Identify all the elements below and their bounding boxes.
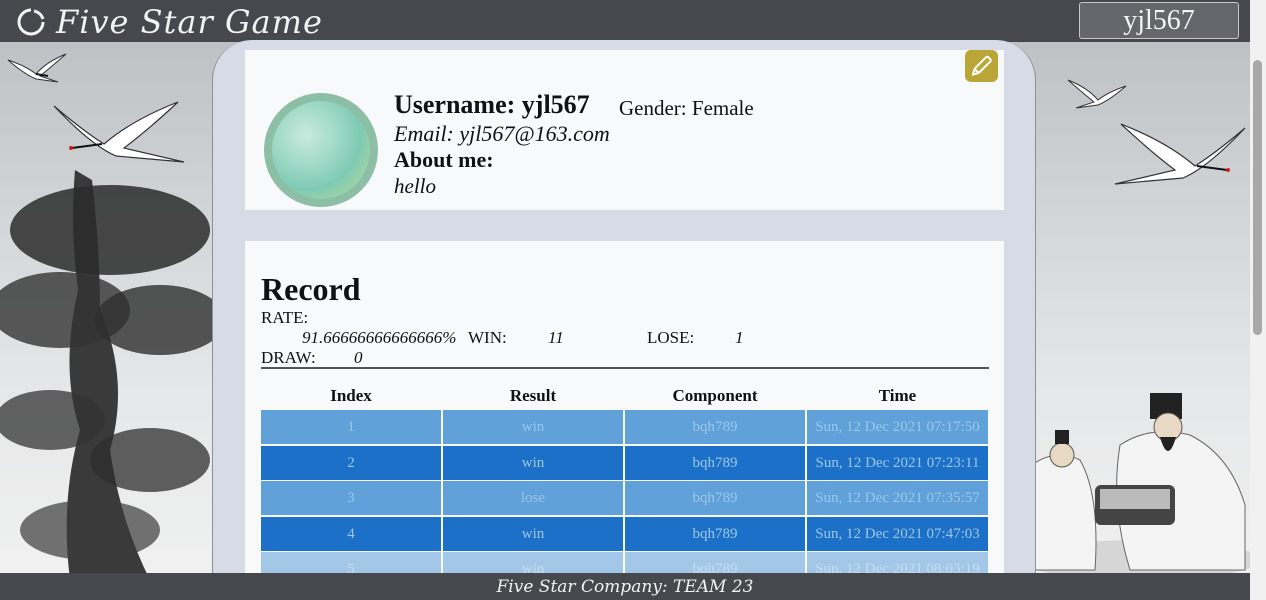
avatar-image	[272, 101, 370, 199]
table-cell: Sun, 12 Dec 2021 07:47:03	[807, 517, 988, 551]
table-row[interactable]: 3 lose bqh789 Sun, 12 Dec 2021 07:35:57	[261, 481, 988, 515]
table-cell: bqh789	[625, 481, 805, 515]
record-table: Index Result Component Time 1 win bqh789…	[261, 386, 988, 574]
about-me-label: About me:	[394, 147, 494, 172]
table-cell: win	[443, 410, 623, 444]
email-label: Email: yjl567@163.com	[394, 121, 610, 146]
table-cell: bqh789	[625, 552, 805, 574]
draw-label: DRAW:	[261, 348, 316, 367]
column-header-time: Time	[878, 386, 917, 405]
table-row[interactable]: 2 win bqh789 Sun, 12 Dec 2021 07:23:11	[261, 446, 988, 480]
lose-value: 1	[735, 328, 744, 347]
crane-illustration	[53, 101, 185, 163]
win-label: WIN:	[468, 328, 507, 347]
table-row[interactable]: 4 win bqh789 Sun, 12 Dec 2021 07:47:03	[261, 517, 988, 551]
user-account-button[interactable]: yjl567	[1079, 2, 1239, 39]
ring-logo-icon	[17, 8, 45, 36]
table-cell: 5	[261, 552, 441, 574]
crane-illustration	[1114, 123, 1246, 185]
table-cell: bqh789	[625, 517, 805, 551]
draw-value: 0	[354, 348, 363, 367]
column-header-component: Component	[672, 386, 758, 405]
top-navigation-bar: Five Star Game yjl567	[0, 0, 1250, 42]
table-cell: 3	[261, 481, 441, 515]
table-cell: Sun, 12 Dec 2021 07:23:11	[807, 446, 988, 480]
about-me-value: hello	[394, 174, 436, 198]
table-cell: bqh789	[625, 410, 805, 444]
scrollbar-thumb[interactable]	[1253, 60, 1262, 335]
table-cell: 4	[261, 517, 441, 551]
brand-title[interactable]: Five Star Game	[56, 0, 323, 42]
table-cell: win	[443, 517, 623, 551]
win-value: 11	[548, 328, 564, 347]
table-cell: Sun, 12 Dec 2021 07:17:50	[807, 410, 988, 444]
username-label: Username: yjl567	[394, 90, 590, 119]
table-cell: lose	[443, 481, 623, 515]
avatar	[264, 93, 378, 207]
divider	[261, 367, 989, 369]
crane-illustration	[1067, 79, 1127, 109]
pine-tree-illustration	[0, 170, 225, 580]
rate-value: 91.66666666666666%	[302, 328, 457, 347]
edit-profile-button[interactable]	[965, 50, 998, 82]
column-header-result: Result	[509, 386, 557, 405]
table-cell: win	[443, 552, 623, 574]
table-cell: win	[443, 446, 623, 480]
table-cell: bqh789	[625, 446, 805, 480]
gender-label: Gender: Female	[619, 96, 754, 120]
footer: Five Star Company: TEAM 23	[0, 573, 1250, 600]
table-row[interactable]: 1 win bqh789 Sun, 12 Dec 2021 07:17:50	[261, 410, 988, 444]
table-row[interactable]: 5 win bqh789 Sun, 12 Dec 2021 08:03:19	[261, 552, 988, 574]
sages-playing-chess-illustration	[1014, 393, 1250, 575]
table-cell: Sun, 12 Dec 2021 07:35:57	[807, 481, 988, 515]
rate-label: RATE:	[261, 308, 309, 327]
table-cell: 2	[261, 446, 441, 480]
table-cell: Sun, 12 Dec 2021 08:03:19	[807, 552, 988, 574]
table-cell: 1	[261, 410, 441, 444]
pencil-icon	[971, 55, 992, 76]
column-header-index: Index	[330, 386, 372, 405]
lose-label: LOSE:	[647, 328, 695, 347]
crane-illustration	[7, 53, 67, 83]
record-title: Record	[261, 271, 361, 307]
